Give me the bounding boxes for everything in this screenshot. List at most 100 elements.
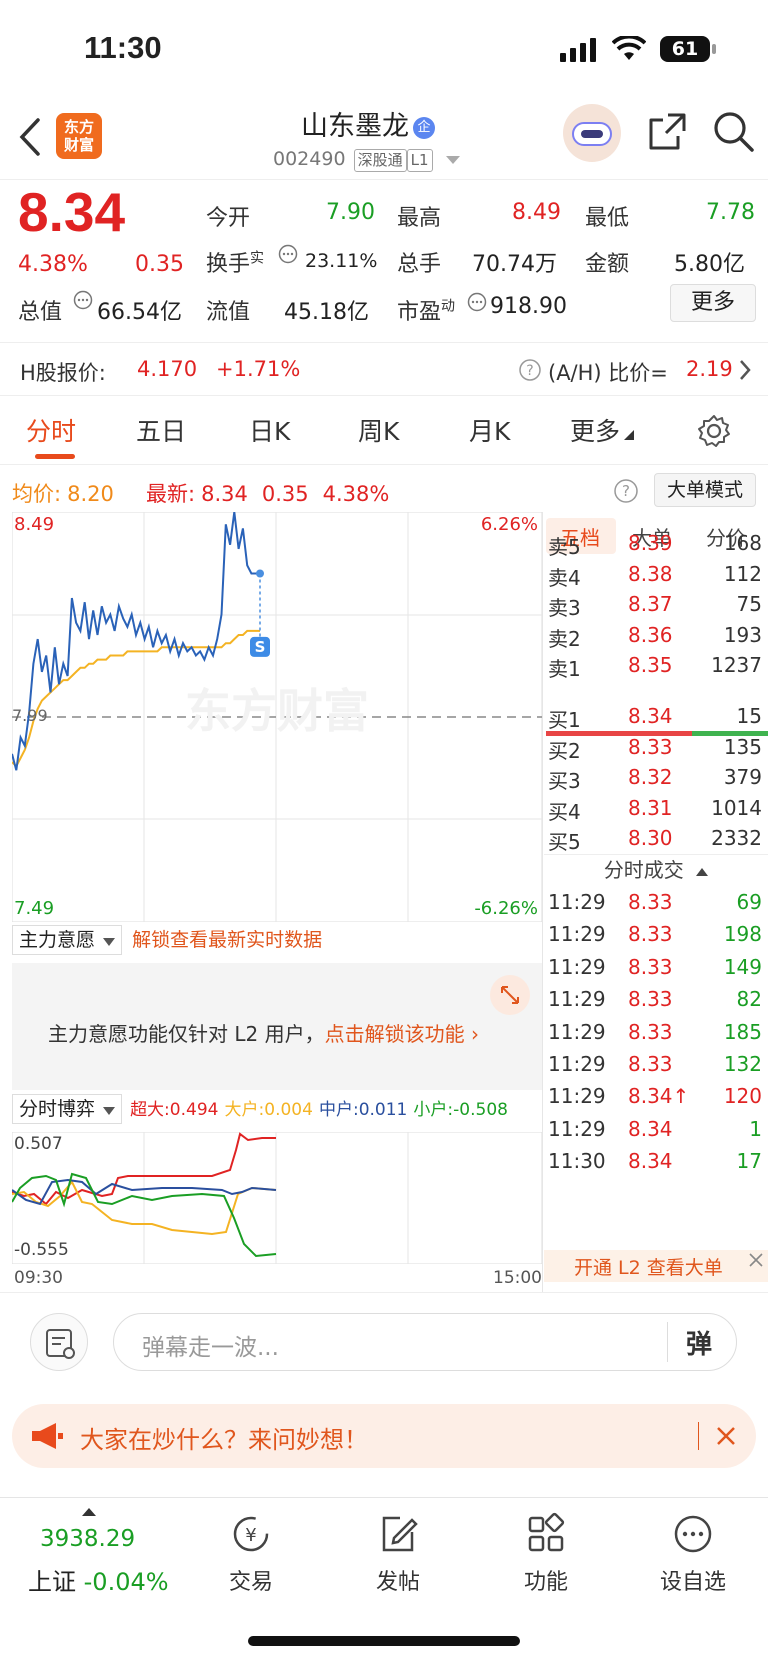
game-header: 分时博弈 超大:0.494 大户:0.004 中户:0.011 小户:-0.50… bbox=[12, 1094, 542, 1130]
divider bbox=[0, 464, 768, 465]
last-price: 8.34 bbox=[18, 181, 126, 243]
unlock-hint[interactable]: 解锁查看最新实时数据 bbox=[132, 929, 322, 951]
tick-volume: 185 bbox=[723, 1019, 762, 1044]
corner-triangle-icon bbox=[624, 430, 635, 440]
h-share-row[interactable]: H股报价: 4.170 +1.71% ? (A/H) 比价= 2.19 bbox=[0, 342, 768, 396]
edit-post-icon bbox=[382, 1516, 418, 1552]
tick-price: 8.34↑ bbox=[628, 1084, 690, 1109]
tab-intraday[interactable]: 分时 bbox=[26, 412, 76, 448]
index-value[interactable]: 3938.29 bbox=[40, 1526, 135, 1552]
caret-down-icon bbox=[103, 938, 116, 946]
tab-more[interactable]: 更多 bbox=[570, 412, 635, 448]
close-icon[interactable] bbox=[748, 1252, 764, 1268]
tick-volume: 82 bbox=[736, 987, 762, 1012]
ask-price: 8.37 bbox=[628, 592, 673, 616]
nav-functions[interactable]: 功能 bbox=[501, 1512, 591, 1596]
large-value: 大户:0.004 bbox=[225, 1100, 313, 1120]
big-value: 0.004 bbox=[264, 1100, 313, 1120]
ask-row: 卖1 8.35 1237 bbox=[544, 649, 768, 681]
ask-row: 卖4 8.38 112 bbox=[544, 558, 768, 590]
intraday-chart[interactable]: 东方财富 S 8.49 6.26% 7.99 7.49 -6.26% bbox=[11, 511, 543, 923]
game-dropdown-label: 分时博弈 bbox=[19, 1098, 96, 1120]
bottom-nav: 3938.29 上证 -0.04% ¥ 交易 发帖 功能 设自选 bbox=[0, 1497, 768, 1638]
volume-label: 总手 bbox=[397, 252, 442, 277]
big-order-mode-button[interactable]: 大单模式 bbox=[654, 473, 756, 507]
nav-trade-label: 交易 bbox=[228, 1570, 273, 1595]
tick-time: 11:29 bbox=[548, 1052, 606, 1076]
ask-banner[interactable]: 大家在炒什么？来问妙想！ bbox=[12, 1404, 756, 1468]
svg-text:¥: ¥ bbox=[245, 1525, 256, 1546]
latest-price: 最新: 8.34 0.35 4.38% bbox=[146, 478, 389, 508]
enterprise-badge-icon: 企 bbox=[413, 116, 435, 139]
l2-banner-text: 开通 L2 查看大单 bbox=[574, 1257, 723, 1279]
latest-pct: 4.38% bbox=[322, 482, 390, 506]
tick-volume: 69 bbox=[736, 890, 762, 914]
divider bbox=[542, 512, 543, 1292]
nav-add-watchlist[interactable]: 设自选 bbox=[648, 1512, 738, 1596]
unlock-link[interactable]: 点击解锁该功能 › bbox=[325, 1022, 479, 1046]
main-force-dropdown[interactable]: 主力意愿 bbox=[12, 925, 123, 955]
search-icon[interactable] bbox=[712, 110, 756, 154]
intraday-chart-svg: 东方财富 S bbox=[11, 511, 543, 923]
mktcap-label: 总值 bbox=[18, 300, 63, 325]
super-value: 0.494 bbox=[169, 1100, 219, 1120]
volume-value: 70.74万 bbox=[472, 252, 557, 277]
tab-day-k[interactable]: 日K bbox=[249, 412, 290, 448]
danmu-toggle-button[interactable]: 弹 bbox=[686, 1324, 712, 1361]
game-dropdown[interactable]: 分时博弈 bbox=[12, 1094, 123, 1124]
s-marker-text: S bbox=[255, 638, 266, 656]
main-force-dropdown-label: 主力意愿 bbox=[19, 929, 96, 951]
nav-post[interactable]: 发帖 bbox=[353, 1512, 443, 1596]
main-force-section: 主力意愿 解锁查看最新实时数据 主力意愿功能仅针对 L2 用户，点击解锁该功能 … bbox=[12, 925, 542, 1090]
danmu-input-placeholder: 弹幕走一波... bbox=[142, 1335, 279, 1361]
float-label: 流值 bbox=[206, 300, 251, 325]
s-marker-icon[interactable]: S bbox=[250, 636, 270, 657]
tick-volume: 132 bbox=[723, 1052, 762, 1076]
high-value: 8.49 bbox=[512, 200, 561, 225]
ask-volume: 1237 bbox=[711, 653, 762, 677]
close-icon[interactable] bbox=[714, 1424, 738, 1448]
l2-upgrade-banner[interactable]: 开通 L2 查看大单 bbox=[544, 1250, 768, 1282]
index-ticker[interactable]: 上证 -0.04% bbox=[28, 1562, 169, 1597]
tick-price: 8.33 bbox=[628, 987, 673, 1012]
mid-value: 中户:0.011 bbox=[319, 1100, 407, 1120]
nav-trade[interactable]: ¥ 交易 bbox=[206, 1512, 296, 1596]
tick-price: 8.33 bbox=[628, 954, 673, 979]
danmu-list-icon[interactable] bbox=[30, 1313, 88, 1371]
danmu-input-box[interactable]: 弹幕走一波... 弹 bbox=[113, 1313, 737, 1371]
ticks-header[interactable]: 分时成交 bbox=[544, 854, 768, 883]
last-price-dot bbox=[256, 569, 264, 578]
info-dots-icon[interactable] bbox=[278, 244, 298, 264]
assistant-robot-icon[interactable] bbox=[563, 104, 621, 162]
tick-row: 11:29 8.33 185 bbox=[544, 1016, 768, 1048]
megaphone-icon bbox=[32, 1423, 63, 1449]
tab-month-k[interactable]: 月K bbox=[469, 412, 510, 448]
mid-value-num: 0.011 bbox=[358, 1100, 408, 1120]
trade-icon: ¥ bbox=[233, 1516, 269, 1552]
tick-volume: 120 bbox=[723, 1084, 762, 1109]
settings-gear-icon[interactable] bbox=[696, 413, 732, 449]
small-value-num: -0.508 bbox=[453, 1100, 508, 1120]
tab-week-k[interactable]: 周K bbox=[358, 412, 399, 448]
stock-code-row[interactable]: 002490 深股通 L1 bbox=[273, 148, 461, 172]
info-dots-icon[interactable] bbox=[467, 292, 487, 312]
tick-volume: 198 bbox=[723, 922, 762, 947]
nav-functions-label: 功能 bbox=[523, 1570, 568, 1595]
tab-five-day[interactable]: 五日 bbox=[136, 412, 186, 448]
help-icon[interactable]: ? bbox=[613, 478, 639, 504]
y-min-label: 7.49 bbox=[14, 898, 55, 919]
caret-down-icon bbox=[103, 1107, 116, 1115]
battery-icon: 61 bbox=[660, 36, 710, 62]
info-dots-icon[interactable] bbox=[73, 290, 93, 310]
tick-row: 11:29 8.33 132 bbox=[544, 1048, 768, 1080]
expand-icon[interactable] bbox=[490, 975, 530, 1015]
ah-ratio-value: 2.19 bbox=[686, 357, 733, 381]
chart-tabs: 分时 五日 日K 周K 月K 更多 bbox=[0, 400, 768, 464]
ticks-title: 分时成交 bbox=[603, 858, 684, 882]
battery-level: 61 bbox=[671, 38, 699, 60]
share-icon[interactable] bbox=[646, 110, 688, 152]
market-tag: 深股通 bbox=[353, 149, 407, 172]
more-button[interactable]: 更多 bbox=[670, 284, 756, 322]
ask-row: 卖3 8.37 75 bbox=[544, 588, 768, 620]
help-icon[interactable]: ? bbox=[518, 358, 542, 382]
